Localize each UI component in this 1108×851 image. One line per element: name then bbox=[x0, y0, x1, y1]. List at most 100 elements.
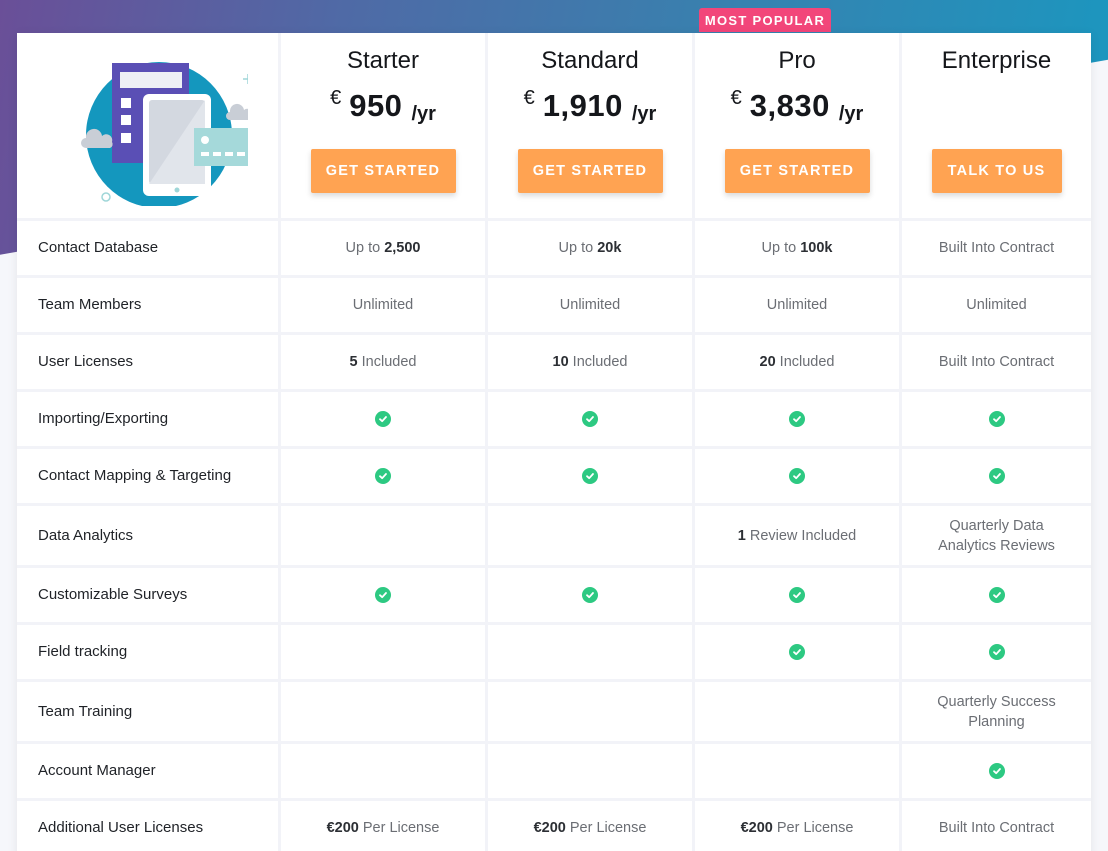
check-circle-icon bbox=[789, 587, 805, 603]
feature-value-cell bbox=[488, 682, 695, 744]
price-amount: 1,910 bbox=[542, 88, 623, 123]
feature-row: Contact Database Up to 2,500 Up to 20k Up t… bbox=[17, 221, 1091, 278]
feature-value-cell: Unlimited bbox=[281, 278, 488, 335]
feature-value-cell bbox=[488, 506, 695, 568]
feature-value-cell bbox=[902, 392, 1091, 449]
feature-label: Importing/Exporting bbox=[17, 392, 281, 449]
feature-value-cell: Up to 20k bbox=[488, 221, 695, 278]
check-circle-icon bbox=[582, 587, 598, 603]
plan-column-pro: Pro € 3,830 /yr GET STARTED bbox=[695, 33, 902, 221]
check-circle-icon bbox=[582, 468, 598, 484]
feature-value-cell bbox=[902, 449, 1091, 506]
most-popular-badge: MOST POPULAR bbox=[699, 8, 831, 32]
value-highlight: €200 bbox=[533, 820, 566, 836]
devices-payment-illustration bbox=[80, 61, 248, 206]
get-started-button-pro[interactable]: GET STARTED bbox=[724, 149, 870, 193]
feature-value-cell bbox=[281, 506, 488, 568]
value-part: Per License bbox=[358, 820, 440, 836]
check-circle-icon bbox=[988, 411, 1005, 427]
feature-row: Importing/Exporting bbox=[17, 392, 1091, 449]
value-text: Unlimited bbox=[966, 297, 1027, 313]
check-circle-icon bbox=[375, 468, 391, 484]
value-line: Quarterly Data bbox=[949, 517, 1044, 534]
plan-name: Enterprise bbox=[941, 47, 1052, 74]
value-part: Up to bbox=[558, 240, 598, 256]
value-part: Up to bbox=[345, 240, 385, 256]
value-text: 5 Included bbox=[350, 352, 417, 372]
feature-value-cell: Unlimited bbox=[488, 278, 695, 335]
feature-label: Field tracking bbox=[17, 625, 281, 682]
feature-value-cell bbox=[281, 744, 488, 801]
value-text: 10 Included bbox=[553, 352, 628, 372]
value-highlight: 20k bbox=[597, 240, 622, 256]
value-part: Included bbox=[775, 354, 835, 370]
feature-row: Team Training Quarterly Success Planning bbox=[17, 682, 1091, 744]
pricing-table: Starter € 950 /yr GET STARTED Standard €… bbox=[17, 33, 1091, 851]
value-text: Built Into Contract bbox=[938, 820, 1055, 836]
feature-value-cell bbox=[488, 744, 695, 801]
feature-label: Additional User Licenses bbox=[17, 801, 281, 851]
value-part: Included bbox=[568, 354, 628, 370]
feature-value-cell bbox=[695, 449, 902, 506]
check-circle-icon bbox=[582, 411, 598, 427]
feature-value-cell: Up to 100k bbox=[695, 221, 902, 278]
plan-price: € 3,830 /yr bbox=[731, 86, 864, 126]
currency-symbol: € bbox=[330, 87, 342, 109]
value-text: Unlimited bbox=[766, 297, 828, 313]
value-part: Up to bbox=[761, 240, 801, 256]
feature-value-cell: €200 Per License bbox=[488, 801, 695, 851]
price-amount: 3,830 bbox=[749, 88, 830, 123]
feature-value-cell: Built Into Contract bbox=[902, 801, 1091, 851]
feature-value-cell bbox=[281, 449, 488, 506]
feature-row: User Licenses 5 Included 10 Included 20 Inc… bbox=[17, 335, 1091, 392]
value-text: 1 Review Included bbox=[738, 526, 857, 546]
price-amount: 950 bbox=[349, 88, 403, 123]
check-circle-icon bbox=[789, 411, 805, 427]
feature-value-cell bbox=[695, 625, 902, 682]
value-text: €200 Per License bbox=[327, 818, 440, 838]
feature-value-cell bbox=[902, 625, 1091, 682]
feature-value-cell: Unlimited bbox=[695, 278, 902, 335]
feature-value-cell bbox=[281, 392, 488, 449]
feature-value-cell: Built Into Contract bbox=[902, 221, 1091, 278]
value-text: Built Into Contract bbox=[938, 240, 1055, 256]
feature-value-cell bbox=[695, 682, 902, 744]
plan-price: € 1,910 /yr bbox=[524, 86, 657, 126]
plan-column-standard: Standard € 1,910 /yr GET STARTED bbox=[488, 33, 695, 221]
feature-label: User Licenses bbox=[17, 335, 281, 392]
check-circle-icon bbox=[988, 587, 1005, 603]
feature-label: Team Training bbox=[17, 682, 281, 744]
feature-value-cell: 1 Review Included bbox=[695, 506, 902, 568]
value-text: Unlimited bbox=[559, 297, 621, 313]
talk-to-us-button[interactable]: TALK TO US bbox=[931, 149, 1062, 193]
value-line: Analytics Reviews bbox=[938, 537, 1055, 554]
value-part: Per License bbox=[772, 820, 854, 836]
plan-column-starter: Starter € 950 /yr GET STARTED bbox=[281, 33, 488, 221]
value-part: Review Included bbox=[745, 527, 857, 544]
check-circle-icon bbox=[988, 468, 1005, 484]
feature-value-cell bbox=[488, 449, 695, 506]
feature-row: Field tracking bbox=[17, 625, 1091, 682]
feature-value-cell: 10 Included bbox=[488, 335, 695, 392]
feature-value-cell bbox=[488, 568, 695, 625]
value-highlight: 20 bbox=[759, 354, 776, 370]
feature-row: Additional User Licenses €200 Per License… bbox=[17, 801, 1091, 851]
feature-value-cell: 20 Included bbox=[695, 335, 902, 392]
feature-value-cell bbox=[281, 625, 488, 682]
feature-value-cell: Unlimited bbox=[902, 278, 1091, 335]
feature-row: Account Manager bbox=[17, 744, 1091, 801]
feature-value-cell bbox=[695, 568, 902, 625]
value-text: Built Into Contract bbox=[938, 354, 1055, 370]
feature-value-cell bbox=[488, 625, 695, 682]
value-highlight: 5 bbox=[349, 354, 358, 370]
value-highlight: €200 bbox=[740, 820, 773, 836]
get-started-button-starter[interactable]: GET STARTED bbox=[310, 149, 456, 193]
feature-value-cell: €200 Per License bbox=[695, 801, 902, 851]
value-text: Quarterly Success Planning bbox=[937, 692, 1055, 732]
value-text: €200 Per License bbox=[534, 818, 647, 838]
price-period: /yr bbox=[631, 103, 657, 125]
get-started-button-standard[interactable]: GET STARTED bbox=[517, 149, 663, 193]
value-text: Unlimited bbox=[352, 297, 414, 313]
check-circle-icon bbox=[789, 468, 805, 484]
value-highlight: 10 bbox=[552, 354, 569, 370]
